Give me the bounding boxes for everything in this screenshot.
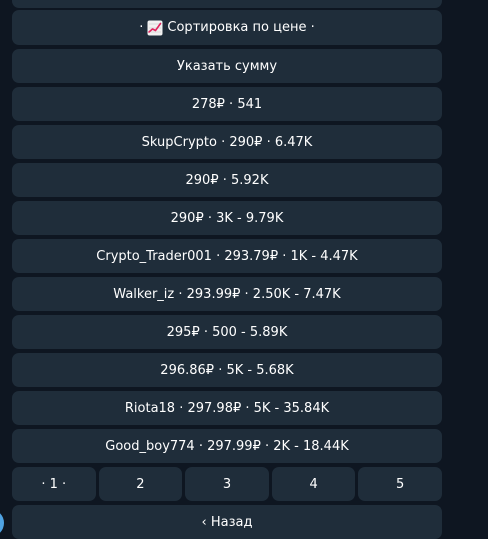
inline-keyboard: · Сортировка по цене · Указать сумму 278… — [12, 10, 442, 539]
previous-keyboard-row — [12, 0, 442, 8]
scroll-down-fab[interactable] — [0, 509, 4, 537]
offer-label: 278₽ · 541 — [191, 96, 263, 112]
chart-increasing-icon — [147, 20, 163, 36]
page-label: 2 — [136, 476, 145, 492]
offer-button[interactable]: SkupCrypto · 290₽ · 6.47K — [12, 125, 442, 159]
specify-amount-button[interactable]: Указать сумму — [12, 49, 442, 83]
page-label: 4 — [309, 476, 318, 492]
offer-button[interactable]: Walker_iz · 293.99₽ · 2.50K - 7.47K — [12, 277, 442, 311]
sort-prefix: · — [139, 20, 144, 35]
offer-label: Walker_iz · 293.99₽ · 2.50K - 7.47K — [113, 286, 341, 302]
offer-label: 290₽ · 5.92K — [185, 172, 269, 188]
pagination: · 1 · 2 3 4 5 — [12, 467, 442, 501]
offer-button[interactable]: 278₽ · 541 — [12, 87, 442, 121]
page-label: · 1 · — [41, 476, 67, 492]
offer-label: 295₽ · 500 - 5.89K — [166, 324, 288, 340]
offer-button[interactable]: Good_boy774 · 297.99₽ · 2K - 18.44K — [12, 429, 442, 463]
page-5-button[interactable]: 5 — [358, 467, 442, 501]
offer-label: 290₽ · 3K - 9.79K — [170, 210, 284, 226]
offer-button[interactable]: 290₽ · 3K - 9.79K — [12, 201, 442, 235]
offer-button[interactable]: 295₽ · 500 - 5.89K — [12, 315, 442, 349]
page-1-button[interactable]: · 1 · — [12, 467, 96, 501]
back-label: ‹ Назад — [201, 514, 253, 530]
specify-amount-label: Указать сумму — [176, 58, 278, 74]
offer-label: 296.86₽ · 5K - 5.68K — [160, 362, 294, 378]
back-button[interactable]: ‹ Назад — [12, 505, 442, 539]
offer-button[interactable]: Crypto_Trader001 · 293.79₽ · 1K - 4.47K — [12, 239, 442, 273]
offer-button[interactable]: 296.86₽ · 5K - 5.68K — [12, 353, 442, 387]
offer-label: SkupCrypto · 290₽ · 6.47K — [141, 134, 313, 150]
page-label: 3 — [222, 476, 232, 492]
offer-button[interactable]: 290₽ · 5.92K — [12, 163, 442, 197]
sort-button-label: Сортировка по цене · — [167, 20, 315, 35]
offer-label: Crypto_Trader001 · 293.79₽ · 1K - 4.47K — [96, 248, 358, 264]
offer-label: Good_boy774 · 297.99₽ · 2K - 18.44K — [105, 438, 349, 454]
page-4-button[interactable]: 4 — [271, 467, 356, 501]
offer-button[interactable]: Riota18 · 297.98₽ · 5K - 35.84K — [12, 391, 442, 425]
offer-label: Riota18 · 297.98₽ · 5K - 35.84K — [124, 400, 330, 416]
page-2-button[interactable]: 2 — [98, 467, 183, 501]
page-3-button[interactable]: 3 — [185, 467, 269, 501]
page-label: 5 — [396, 476, 405, 492]
sort-by-price-button[interactable]: · Сортировка по цене · — [12, 10, 442, 45]
